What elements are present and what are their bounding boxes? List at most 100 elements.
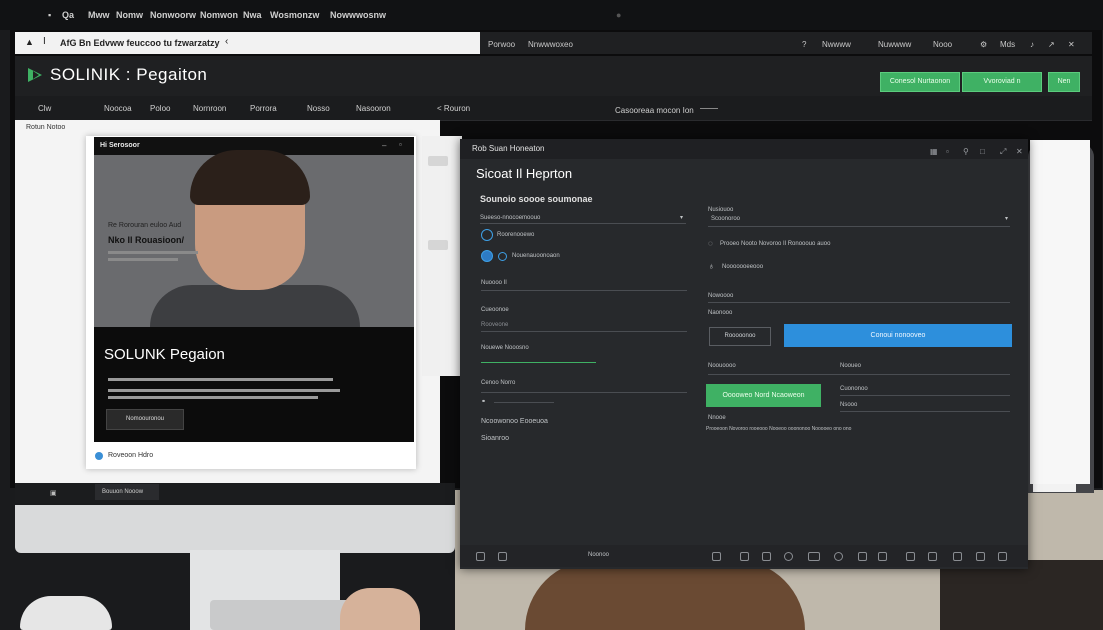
expand-icon[interactable]: ⤢ — [1000, 147, 1006, 157]
tool-icon[interactable] — [878, 552, 887, 561]
forward-icon[interactable] — [498, 552, 507, 561]
tool-icon[interactable] — [712, 552, 721, 561]
minimize-icon[interactable]: – — [382, 141, 386, 150]
chevron-down-icon[interactable]: ▾ — [680, 214, 683, 221]
header-button-secondary[interactable]: Vvoroviad n — [962, 72, 1042, 92]
os-menu-item[interactable]: Nowwwosnw — [330, 10, 386, 20]
toolbar-item[interactable]: Nwwww — [822, 40, 851, 49]
tool-icon[interactable] — [928, 552, 937, 561]
close-icon[interactable]: ✕ — [1016, 147, 1023, 156]
field-underline[interactable] — [481, 392, 687, 393]
field-underline[interactable] — [840, 411, 1010, 412]
filter-icon[interactable]: ⚲ — [963, 147, 969, 156]
restore-icon[interactable]: □ — [980, 147, 985, 156]
chevron-down-icon[interactable]: ▾ — [1005, 215, 1008, 222]
os-menu-item[interactable]: Nomwon — [200, 10, 238, 20]
link-icon[interactable]: ⚭ — [481, 398, 486, 405]
nav-item[interactable]: Porrora — [250, 104, 277, 113]
tool-icon[interactable] — [953, 552, 962, 561]
field-underline[interactable] — [481, 331, 687, 332]
tool-icon[interactable] — [858, 552, 867, 561]
app-logo-text: SOLINIK : Pegaiton — [50, 65, 208, 84]
minimize-icon[interactable]: ▫ — [946, 147, 949, 156]
primary-button-label: Conoui nonooveo — [870, 332, 926, 339]
header-button-small[interactable]: Nen — [1048, 72, 1080, 92]
header-button-label: Conesol Nurtaonon — [889, 78, 951, 85]
screen-icon[interactable] — [808, 552, 820, 561]
home-icon[interactable]: ▲ — [25, 37, 34, 47]
toolbar-label[interactable]: Noonoo — [588, 552, 609, 558]
toolbar-item[interactable]: Nooo — [933, 40, 952, 49]
card-title: SOLUNK Pegaion — [104, 346, 225, 363]
field-value[interactable]: Rooveone — [481, 322, 508, 328]
tool-icon[interactable] — [998, 552, 1007, 561]
toolbar-item[interactable]: Nnwwwoxeo — [528, 40, 573, 49]
toggle-icon[interactable]: ◌ — [708, 239, 713, 248]
register-button[interactable]: Ooooweo Nord Ncaoweon — [706, 384, 821, 407]
primary-submit-button[interactable]: Conoui nonooveo — [784, 324, 1012, 347]
os-menu-item[interactable]: Wosmonzw — [270, 10, 319, 20]
radio-label: Roorenooewo — [497, 232, 535, 238]
text-placeholder-line — [108, 258, 178, 261]
card-footer-text[interactable]: Roveoon Hdro — [108, 452, 153, 459]
back-icon[interactable]: ‹ — [225, 36, 228, 47]
maximize-icon[interactable]: ▫ — [399, 140, 402, 149]
radio-button[interactable] — [498, 252, 507, 261]
toolbar-item[interactable]: Nuwwww — [878, 40, 911, 49]
nav-item[interactable]: Noocoa — [104, 104, 132, 113]
field-underline[interactable] — [481, 290, 687, 291]
chip[interactable] — [428, 156, 448, 166]
nav-item[interactable]: Nornroon — [193, 104, 226, 113]
url-text[interactable]: AfG Bn Edvww feuccoo tu fzwarzatzy — [60, 38, 220, 48]
tool-icon[interactable] — [976, 552, 985, 561]
tool-icon[interactable] — [740, 552, 749, 561]
nav-item[interactable]: Nosso — [307, 104, 330, 113]
close-icon[interactable]: ✕ — [1068, 40, 1075, 49]
field-underline[interactable] — [708, 374, 848, 375]
os-menu-item[interactable]: Nomw — [116, 10, 143, 20]
nav-search-label[interactable]: Casooreaa mocon Ion — [615, 106, 694, 115]
apple-menu-icon[interactable]: ▪ — [48, 10, 51, 20]
field-underline[interactable] — [840, 395, 1010, 396]
share-icon[interactable]: ↗ — [1048, 40, 1055, 49]
status-bar — [15, 483, 455, 503]
record-icon[interactable] — [784, 552, 793, 561]
back-icon[interactable] — [476, 552, 485, 561]
field-underline[interactable] — [840, 374, 1010, 375]
secondary-button[interactable]: Rooooonoo — [709, 327, 771, 346]
breadcrumb[interactable]: Rotun Notoo — [26, 124, 65, 131]
field-label: Nouewe Nooosno — [481, 345, 529, 351]
tool-icon[interactable] — [906, 552, 915, 561]
help-icon[interactable]: ? — [802, 40, 806, 49]
field-underline[interactable] — [708, 302, 1010, 303]
window-grid-icon[interactable]: ▦ — [930, 147, 938, 156]
toolbar-item[interactable]: Mds — [1000, 40, 1015, 49]
os-menu-item[interactable]: Qa — [62, 10, 74, 20]
nav-item[interactable]: Clw — [38, 104, 51, 113]
os-menu-bar: ▪ Qa Mww Nomw Nonwoorw Nomwon Nwa Wosmon… — [0, 0, 1103, 30]
nav-item[interactable]: < Rouron — [437, 104, 470, 113]
search-underline — [700, 108, 718, 109]
apple-logo-icon: ● — [616, 10, 622, 20]
reload-icon[interactable]: I — [43, 36, 46, 47]
os-menu-item[interactable]: Nonwoorw — [150, 10, 196, 20]
tool-icon[interactable] — [762, 552, 771, 561]
nav-item[interactable]: Nasooron — [356, 104, 391, 113]
card-cta-label: Nomoouronou — [125, 416, 165, 422]
radio-button-selected[interactable] — [481, 250, 493, 262]
radio-button[interactable] — [481, 229, 493, 241]
toolbar-item[interactable]: Porwoo — [488, 40, 515, 49]
chip[interactable] — [428, 240, 448, 250]
os-menu-item[interactable]: Nwa — [243, 10, 262, 20]
circle-icon[interactable] — [834, 552, 843, 561]
bell-icon[interactable]: ♪ — [1030, 40, 1034, 49]
nav-item[interactable]: Poloo — [150, 104, 170, 113]
camera-icon[interactable]: ▣ — [50, 489, 57, 497]
settings-icon[interactable]: ⚙ — [980, 40, 987, 49]
lightbulb-icon[interactable]: ♁ — [708, 261, 715, 271]
select-value[interactable]: Scoonoroo — [711, 216, 740, 222]
field-underline-active[interactable] — [481, 362, 596, 363]
os-menu-item[interactable]: Mww — [88, 10, 110, 20]
card-cta-button[interactable]: Nomoouronou — [106, 409, 184, 430]
header-button-primary[interactable]: Conesol Nurtaonon — [880, 72, 960, 92]
